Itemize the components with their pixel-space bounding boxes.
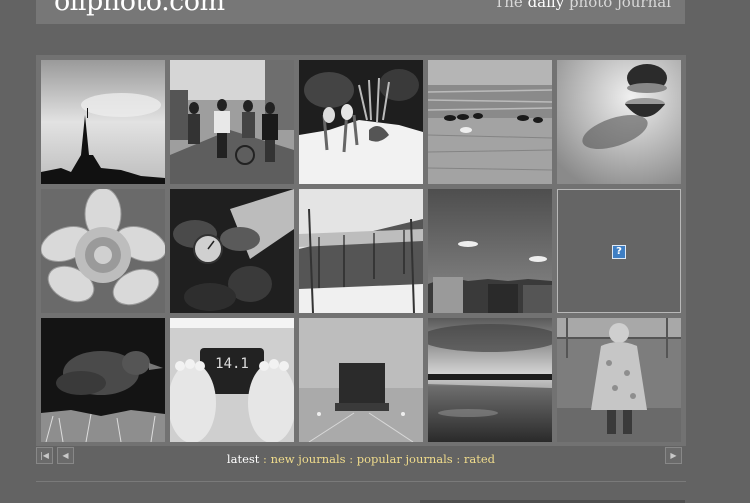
link-separator: : [452, 452, 464, 466]
next-page-icon[interactable]: ▶ [665, 447, 682, 464]
truck-in-fog-photo[interactable] [299, 318, 423, 442]
filter-latest[interactable]: latest [227, 452, 259, 466]
photo-grid-panel: ? 14.1 [36, 55, 686, 446]
building-under-sky-photo[interactable] [428, 189, 552, 313]
church-steeple-silhouette-photo[interactable] [41, 60, 165, 184]
lake-at-dusk-photo[interactable] [428, 318, 552, 442]
broken-image-icon: ? [612, 245, 626, 259]
sliced-fruit-photo[interactable] [557, 60, 681, 184]
site-tagline: The daily photo journal [494, 0, 671, 11]
bird-on-ground-photo[interactable] [41, 318, 165, 442]
water-lily-photo[interactable] [41, 189, 165, 313]
tagline-prefix: The [494, 0, 528, 11]
missing-image-placeholder[interactable]: ? [557, 189, 681, 313]
filter-rated[interactable]: rated [464, 452, 495, 466]
journal-filter-links: latest : new journals : popular journals… [36, 452, 686, 466]
bridge-in-winter-photo[interactable] [299, 189, 423, 313]
snowdrops-in-snow-photo[interactable] [299, 60, 423, 184]
filter-new-journals[interactable]: new journals [271, 452, 346, 466]
tagline-suffix: photo journal [564, 0, 671, 11]
photo-grid: ? 14.1 [41, 60, 681, 442]
footer-divider [36, 481, 686, 482]
link-separator: : [345, 452, 357, 466]
tagline-accent: daily [527, 0, 565, 11]
site-logo[interactable]: ollphoto.com [54, 0, 225, 17]
feet-on-scale-photo[interactable]: 14.1 [170, 318, 294, 442]
clock-and-hands-photo[interactable] [170, 189, 294, 313]
gallery-navigation: |◀ ◀ latest : new journals : popular jou… [36, 446, 686, 466]
people-walking-street-photo[interactable] [170, 60, 294, 184]
scale-readout: 14.1 [215, 356, 249, 372]
filter-popular-journals[interactable]: popular journals [357, 452, 453, 466]
child-in-raincoat-photo[interactable] [557, 318, 681, 442]
geese-on-shore-photo[interactable] [428, 60, 552, 184]
site-header: ollphoto.com The daily photo journal [36, 0, 685, 24]
link-separator: : [259, 452, 271, 466]
